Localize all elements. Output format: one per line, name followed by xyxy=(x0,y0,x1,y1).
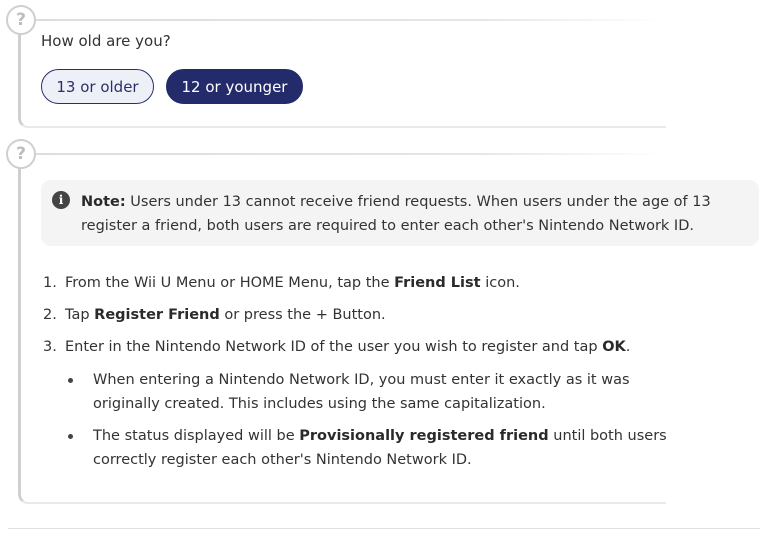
page: ? How old are you? 13 or older 12 or you… xyxy=(0,0,774,537)
note-text: Note: Users under 13 cannot receive frie… xyxy=(81,190,751,238)
card-top-divider xyxy=(36,153,666,155)
bullet-text: The status displayed will be Provisional… xyxy=(93,428,667,468)
step-text: Enter in the Nintendo Network ID of the … xyxy=(65,339,631,355)
info-icon: i xyxy=(52,191,70,209)
age-question: How old are you? xyxy=(41,32,171,50)
note-line-2: register a friend, both users are requir… xyxy=(81,218,694,234)
note-box: i Note: Users under 13 cannot receive fr… xyxy=(41,180,759,246)
list-item: 2. Tap Register Friend or press the + Bu… xyxy=(41,304,741,336)
list-item: The status displayed will be Provisional… xyxy=(41,424,741,480)
steps-list: 1. From the Wii U Menu or HOME Menu, tap… xyxy=(41,272,741,368)
note-line-1: Users under 13 cannot receive friend req… xyxy=(125,194,711,210)
step-number: 1. xyxy=(43,275,57,291)
sub-bullets: When entering a Nintendo Network ID, you… xyxy=(41,368,741,480)
list-item: 3. Enter in the Nintendo Network ID of t… xyxy=(41,336,741,368)
step-text: Tap Register Friend or press the + Butto… xyxy=(65,307,386,323)
step-text: From the Wii U Menu or HOME Menu, tap th… xyxy=(65,275,520,291)
12-or-younger-button[interactable]: 12 or younger xyxy=(166,69,303,104)
question-mark-icon: ? xyxy=(6,139,36,169)
step-number: 2. xyxy=(43,307,57,323)
bullet-text: When entering a Nintendo Network ID, you… xyxy=(93,372,630,412)
list-item: When entering a Nintendo Network ID, you… xyxy=(41,368,741,424)
question-mark-icon: ? xyxy=(6,5,36,35)
bullet-dot xyxy=(68,434,73,439)
section-divider xyxy=(8,528,760,529)
bullet-dot xyxy=(68,378,73,383)
list-item: 1. From the Wii U Menu or HOME Menu, tap… xyxy=(41,272,741,304)
note-label: Note: xyxy=(81,194,126,210)
card-top-divider xyxy=(36,19,666,21)
step-number: 3. xyxy=(43,339,57,355)
13-or-older-button[interactable]: 13 or older xyxy=(41,69,154,104)
